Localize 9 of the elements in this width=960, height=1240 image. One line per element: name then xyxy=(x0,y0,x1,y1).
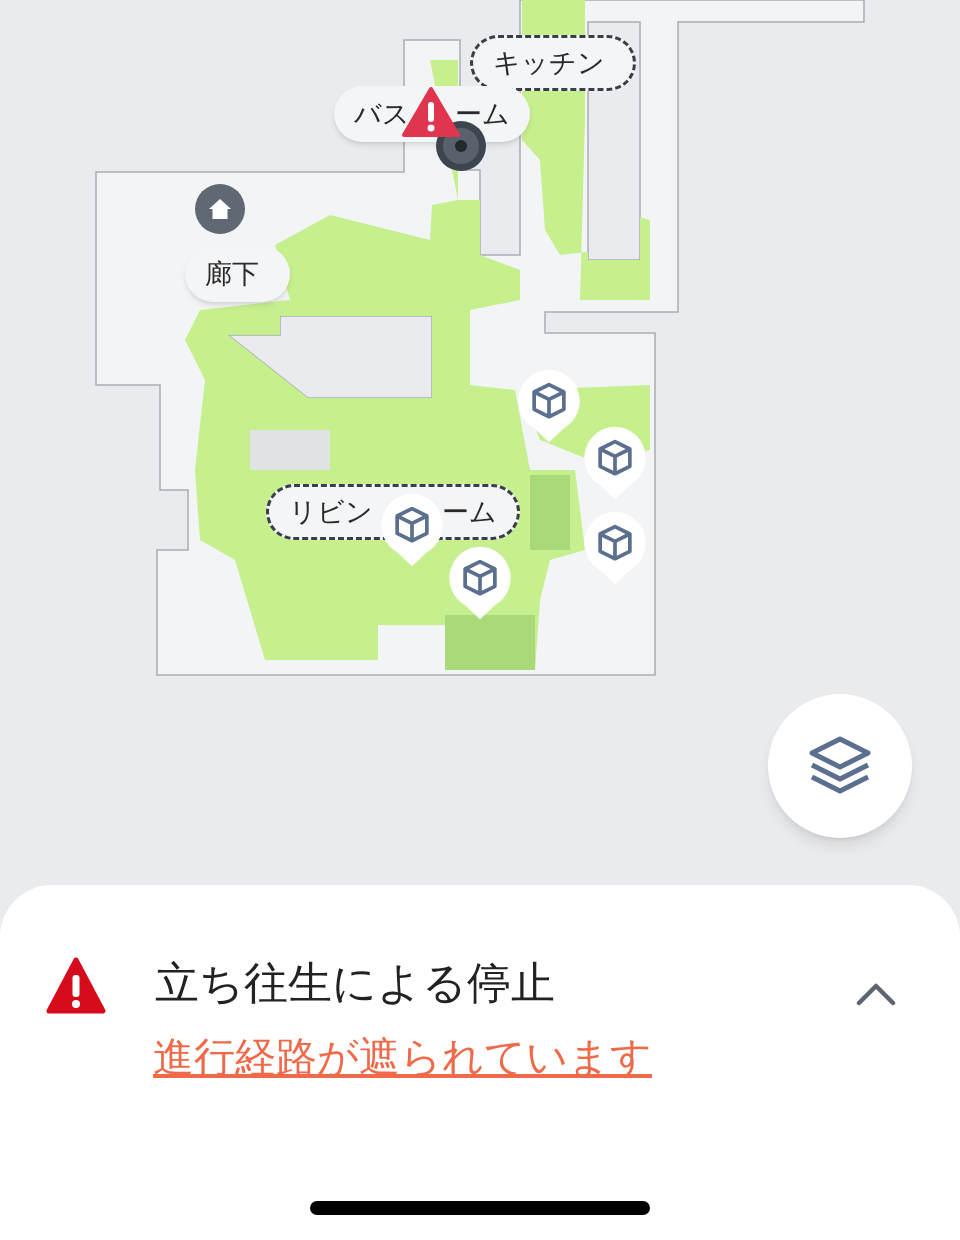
obstacle-pin-icon[interactable] xyxy=(516,368,582,444)
obstacle-pin-icon[interactable] xyxy=(582,425,648,501)
obstacle-pin-icon[interactable] xyxy=(447,545,513,621)
room-label[interactable]: キッチン xyxy=(470,35,636,91)
obstacle-pin-icon[interactable] xyxy=(379,492,445,568)
status-title: 立ち往生による停止 xyxy=(155,956,555,1010)
warning-icon xyxy=(46,956,106,1016)
chevron-icon[interactable] xyxy=(856,982,896,1006)
obstacle-pin-icon[interactable] xyxy=(582,510,648,586)
